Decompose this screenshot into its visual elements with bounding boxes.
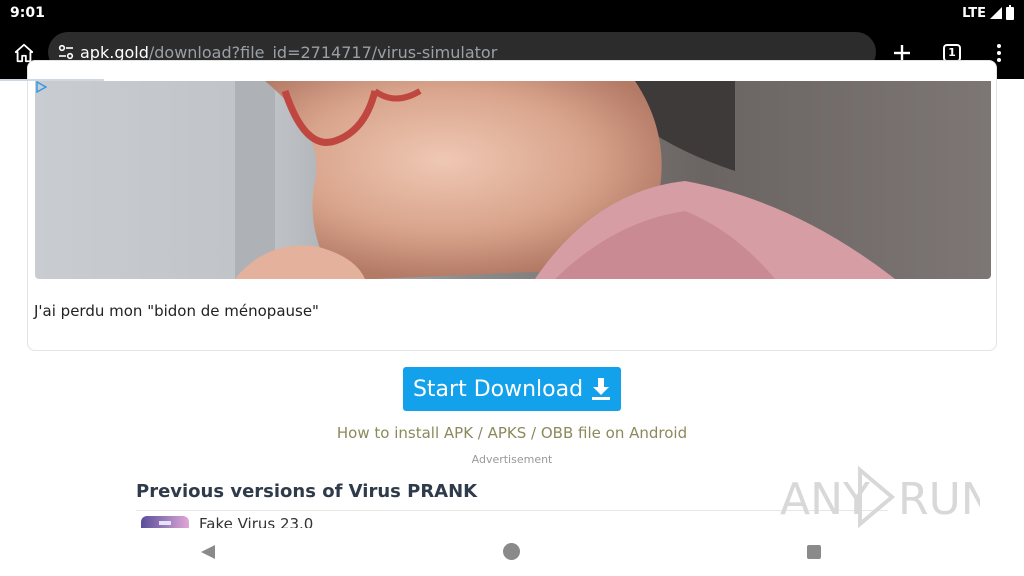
tab-count: 1	[943, 43, 961, 62]
watermark-text-run: RUN	[898, 474, 980, 525]
adchoices-icon[interactable]	[35, 81, 47, 93]
version-list-item[interactable]: Fake Virus 23.0	[136, 514, 888, 528]
battery-icon	[1006, 4, 1014, 20]
url-path: /download?file_id=2714717/virus-simulato…	[148, 42, 498, 62]
status-indicators: LTE	[962, 4, 1014, 21]
anyrun-watermark: ANY RUN	[780, 465, 980, 528]
url-domain: apk.gold	[80, 42, 149, 62]
install-guide-link[interactable]: How to install APK / APKS / OBB file on …	[0, 424, 1024, 442]
navigation-bar	[0, 528, 1024, 576]
download-button-label: Start Download	[412, 376, 584, 402]
section-divider	[136, 510, 888, 511]
watermark-text-any: ANY	[780, 474, 870, 525]
signal-icon	[990, 7, 1002, 19]
status-bar: 9:01 LTE	[0, 0, 1024, 26]
start-download-button[interactable]: Start Download	[403, 367, 621, 411]
home-nav-icon[interactable]	[503, 543, 520, 560]
page-load-progress	[0, 79, 104, 81]
tune-icon[interactable]	[56, 42, 76, 62]
previous-versions-title: Previous versions of Virus PRANK	[136, 481, 478, 502]
ad-caption[interactable]: J'ai perdu mon "bidon de ménopause"	[34, 302, 319, 320]
status-time: 9:01	[10, 5, 45, 21]
download-arrow-icon	[592, 378, 611, 400]
more-vert-icon	[997, 43, 1001, 62]
recents-icon[interactable]	[807, 545, 821, 559]
app-icon	[141, 516, 189, 528]
ad-image[interactable]	[35, 81, 991, 279]
version-name: Fake Virus 23.0	[199, 515, 314, 528]
network-type: LTE	[962, 5, 986, 21]
url-text[interactable]: apk.gold/download?file_id=2714717/virus-…	[80, 43, 497, 62]
screen: 9:01 LTE apk.gold/download?file_id=27147…	[0, 0, 1024, 576]
back-icon[interactable]	[200, 544, 216, 560]
